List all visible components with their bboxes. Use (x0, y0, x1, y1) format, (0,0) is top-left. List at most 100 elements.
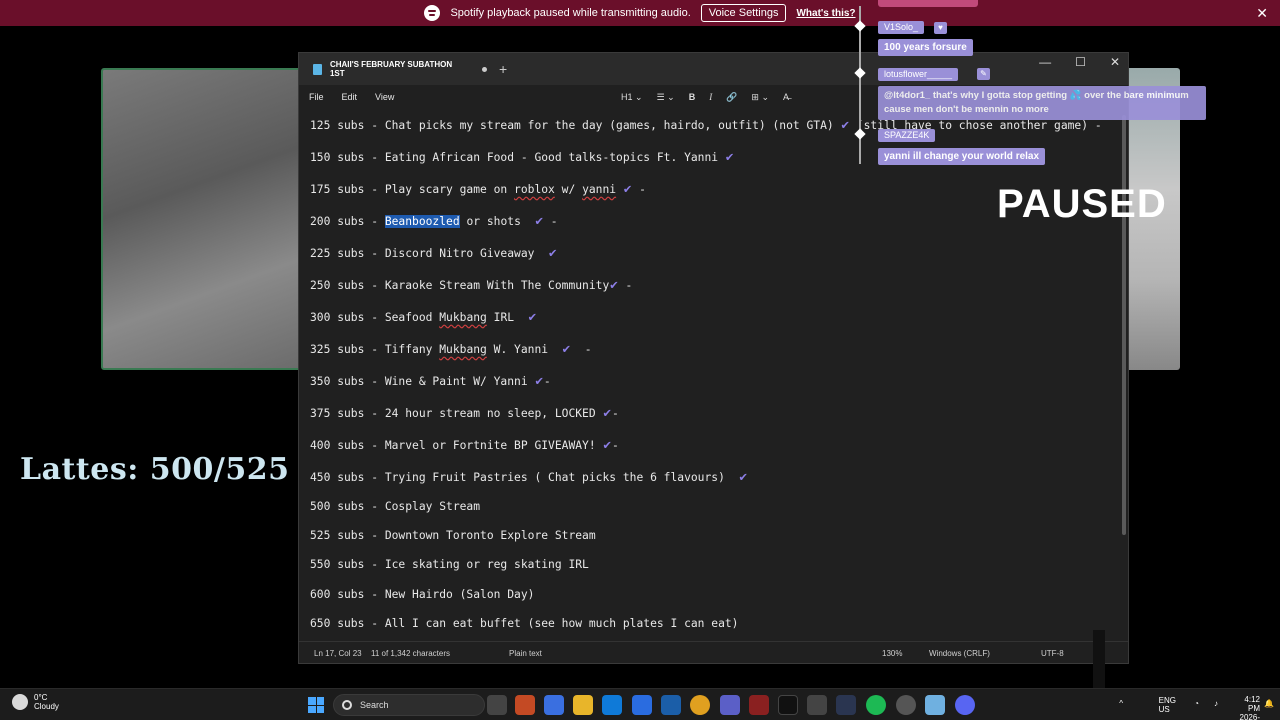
line-text: 375 subs - 24 hour stream no sleep, LOCK… (310, 407, 603, 420)
line-text: 450 subs - Trying Fruit Pastries ( Chat … (310, 471, 739, 484)
notepad-icon (313, 63, 322, 75)
misspelled-word: Mukbang (439, 311, 487, 324)
checkmark-icon: ✔ (534, 375, 544, 388)
line-text: 400 subs - Marvel or Fortnite BP GIVEAWA… (310, 439, 603, 452)
menu-view[interactable]: View (375, 92, 394, 102)
encoding[interactable]: UTF-8 (1041, 649, 1064, 658)
chat-overlay: V1Solo_ ♥ 100 years forsure lotusflower_… (852, 0, 1212, 170)
wifi-icon[interactable]: ◔ (1194, 699, 1199, 708)
line-ending[interactable]: Windows (CRLF) (929, 649, 990, 658)
editor-line: 525 subs - Downtown Toronto Explore Stre… (310, 529, 596, 542)
notepad-icon[interactable] (925, 695, 945, 715)
file-explorer-icon[interactable] (573, 695, 593, 715)
vertical-scrollbar[interactable] (1122, 115, 1126, 535)
misspelled-word: yanni (582, 183, 617, 196)
line-text: 200 subs - (310, 215, 385, 228)
line-text: 225 subs - Discord Nitro Giveaway (310, 247, 549, 260)
checkmark-icon: ✔ (609, 279, 619, 292)
editor-line: 150 subs - Eating African Food - Good ta… (310, 151, 734, 164)
line-text: 650 subs - All I can eat buffet (see how… (310, 617, 739, 630)
volume-icon[interactable]: ♪ (1214, 699, 1218, 708)
new-tab-icon[interactable]: + (499, 61, 507, 77)
chat-marker-icon (854, 67, 866, 79)
checkmark-icon: ✔ (534, 215, 544, 228)
chat-marker-icon (854, 20, 866, 32)
text-format: Plain text (509, 649, 542, 658)
checkmark-icon: ✔ (602, 439, 612, 452)
line-text: IRL (486, 311, 528, 324)
brave-icon[interactable] (515, 695, 535, 715)
app-icon[interactable] (749, 695, 769, 715)
zoom-level[interactable]: 130% (882, 649, 902, 658)
line-text: - (543, 375, 551, 388)
editor-line: 600 subs - New Hairdo (Salon Day) (310, 588, 534, 601)
app-icon[interactable] (632, 695, 652, 715)
start-button[interactable] (308, 697, 324, 713)
obs-icon[interactable] (896, 695, 916, 715)
steam-icon[interactable] (836, 695, 856, 715)
line-text: - (571, 343, 592, 356)
language-indicator[interactable]: ENG US (1159, 696, 1176, 714)
app-icon[interactable] (807, 695, 827, 715)
checkmark-icon: ✔ (622, 183, 633, 196)
store-icon[interactable] (661, 695, 681, 715)
weather-desc: Cloudy (34, 702, 59, 711)
screen: Spotify playback paused while transmitti… (0, 0, 1280, 720)
weather-icon (12, 694, 28, 710)
checkmark-icon: ✔ (527, 311, 538, 324)
line-text: - (611, 407, 619, 420)
editor-line: 300 subs - Seafood Mukbang IRL ✔ (310, 311, 537, 324)
table-icon[interactable]: ⊞ ⌄ (751, 92, 769, 103)
misspelled-word: Mukbang (439, 343, 487, 356)
spotify-icon[interactable] (866, 695, 886, 715)
voice-settings-button[interactable]: Voice Settings (700, 4, 787, 22)
task-view-icon[interactable] (487, 695, 507, 715)
link-icon[interactable]: 🔗 (726, 92, 737, 103)
tab-title: CHAII'S FEBRUARY SUBATHON 1ST (329, 60, 453, 78)
line-text: - (632, 183, 646, 196)
bold-icon[interactable]: B (689, 92, 696, 102)
checkmark-icon: ✔ (602, 407, 612, 420)
editor-line: 325 subs - Tiffany Mukbang W. Yanni ✔ - (310, 343, 592, 356)
tray-chevron-icon[interactable]: ^ (1119, 699, 1123, 708)
format-toolbar: H1 ⌄ ☰ ⌄ B I 🔗 ⊞ ⌄ A̶ (621, 85, 789, 109)
line-text: W. Yanni (486, 343, 562, 356)
pencil-badge-icon: ✎ (977, 68, 990, 80)
close-icon[interactable]: ✕ (1256, 5, 1268, 22)
line-text: or shots (459, 215, 535, 228)
chat-message: 100 years forsure (878, 39, 973, 56)
heading-select[interactable]: H1 ⌄ (621, 92, 643, 103)
teams-icon[interactable] (720, 695, 740, 715)
whats-this-link[interactable]: What's this? (796, 8, 855, 19)
italic-icon[interactable]: I (709, 92, 712, 102)
webcam-feed-left (101, 68, 311, 370)
clear-format-icon[interactable]: A̶ (783, 92, 789, 102)
search-label: Search (360, 700, 389, 710)
checkmark-icon: ✔ (738, 471, 748, 484)
weather-widget[interactable]: 0°C Cloudy (12, 693, 59, 711)
chat-message: @lt4dor1_ that's why I gotta stop gettin… (878, 86, 1206, 120)
discord-icon[interactable] (955, 695, 975, 715)
menu-file[interactable]: File (309, 92, 324, 102)
line-text: 500 subs - Cosplay Stream (310, 500, 481, 513)
chat-username: lotusflower_____ (878, 68, 959, 81)
line-text (616, 183, 623, 196)
editor-line: 350 subs - Wine & Paint W/ Yanni ✔- (310, 375, 551, 388)
line-text: 150 subs - Eating African Food - Good ta… (310, 151, 725, 164)
clock[interactable]: 4:12 PM 2026-02-18 (1240, 695, 1260, 720)
line-text: - (543, 215, 558, 228)
tiktok-icon[interactable] (778, 695, 798, 715)
paused-overlay: PAUSED (997, 182, 1167, 226)
notification-bell-icon[interactable]: 🔔 (1264, 699, 1274, 708)
edge-icon[interactable] (602, 695, 622, 715)
copilot-icon[interactable] (544, 695, 564, 715)
menu-edit[interactable]: Edit (342, 92, 358, 102)
document-tab[interactable]: CHAII'S FEBRUARY SUBATHON 1ST (307, 56, 487, 82)
taskbar-search[interactable]: Search (333, 694, 485, 716)
line-text: 350 subs - Wine & Paint W/ Yanni (310, 375, 535, 388)
list-icon[interactable]: ☰ ⌄ (657, 92, 675, 103)
chrome-icon[interactable] (690, 695, 710, 715)
weather-temp: 0°C (34, 693, 48, 702)
checkmark-icon: ✔ (724, 151, 735, 164)
editor-line: 250 subs - Karaoke Stream With The Commu… (310, 279, 632, 292)
